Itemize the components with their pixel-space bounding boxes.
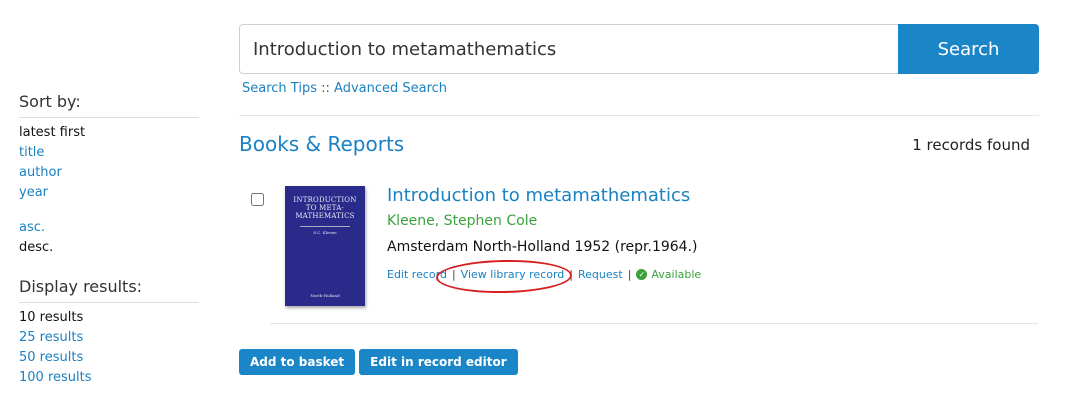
advanced-search-link[interactable]: Advanced Search (334, 81, 447, 96)
action-separator: | (451, 268, 456, 281)
sort-options: latest first title author year (19, 123, 85, 203)
record-author: Kleene, Stephen Cole (387, 213, 538, 229)
search-tips-link[interactable]: Search Tips (242, 81, 317, 96)
order-desc: desc. (19, 240, 54, 255)
display-100-results-link[interactable]: 100 results (19, 368, 92, 388)
cover-title-line: INTRODUCTION (293, 196, 357, 204)
availability-status: ✓ Available (636, 268, 701, 281)
sort-title-link[interactable]: title (19, 143, 85, 163)
action-separator: | (569, 268, 573, 281)
record-select-checkbox[interactable] (251, 193, 264, 206)
add-to-basket-button[interactable]: Add to basket (239, 349, 356, 375)
search-input[interactable] (239, 24, 898, 74)
cover-title: INTRODUCTION TO META- MATHEMATICS (291, 196, 359, 220)
request-link[interactable]: Request (578, 268, 623, 281)
display-10-results: 10 results (19, 310, 84, 325)
cover-publisher: North-Holland (310, 293, 340, 298)
search-button[interactable]: Search (898, 24, 1039, 74)
section-title: Books & Reports (239, 132, 405, 156)
edit-in-record-editor-button[interactable]: Edit in record editor (359, 349, 518, 375)
record-bulk-actions: Add to basket Edit in record editor (239, 349, 518, 375)
records-found-count: 1 records found (912, 136, 1030, 154)
divider (270, 323, 1038, 324)
divider (239, 115, 1039, 116)
view-library-record-link[interactable]: View library record (461, 268, 565, 281)
action-separator: | (627, 268, 632, 281)
record-title-link[interactable]: Introduction to metamathematics (387, 185, 690, 206)
record-publication: Amsterdam North-Holland 1952 (repr.1964.… (387, 239, 698, 255)
sort-author-link[interactable]: author (19, 163, 85, 183)
sort-by-heading: Sort by: (19, 92, 199, 118)
display-50-results-link[interactable]: 50 results (19, 348, 92, 368)
book-cover-thumbnail[interactable]: INTRODUCTION TO META- MATHEMATICS S.C. K… (285, 186, 365, 306)
cover-title-line: TO META- (305, 204, 345, 212)
order-options: asc. desc. (19, 218, 53, 258)
record-actions: Edit record | View library record | Requ… (387, 268, 701, 281)
cover-author: S.C. Kleene (300, 226, 350, 235)
display-results-heading: Display results: (19, 277, 199, 303)
search-links-separator: :: (321, 81, 330, 96)
cover-title-line: MATHEMATICS (295, 212, 355, 220)
sort-year-link[interactable]: year (19, 183, 85, 203)
availability-label: Available (651, 268, 702, 281)
sort-latest-first: latest first (19, 125, 86, 140)
display-25-results-link[interactable]: 25 results (19, 328, 92, 348)
search-links: Search Tips :: Advanced Search (242, 81, 447, 96)
order-asc-link[interactable]: asc. (19, 218, 53, 238)
search-bar: Search (239, 24, 1039, 74)
edit-record-link[interactable]: Edit record (387, 268, 447, 281)
check-circle-icon: ✓ (636, 269, 648, 280)
display-options: 10 results 25 results 50 results 100 res… (19, 308, 92, 388)
